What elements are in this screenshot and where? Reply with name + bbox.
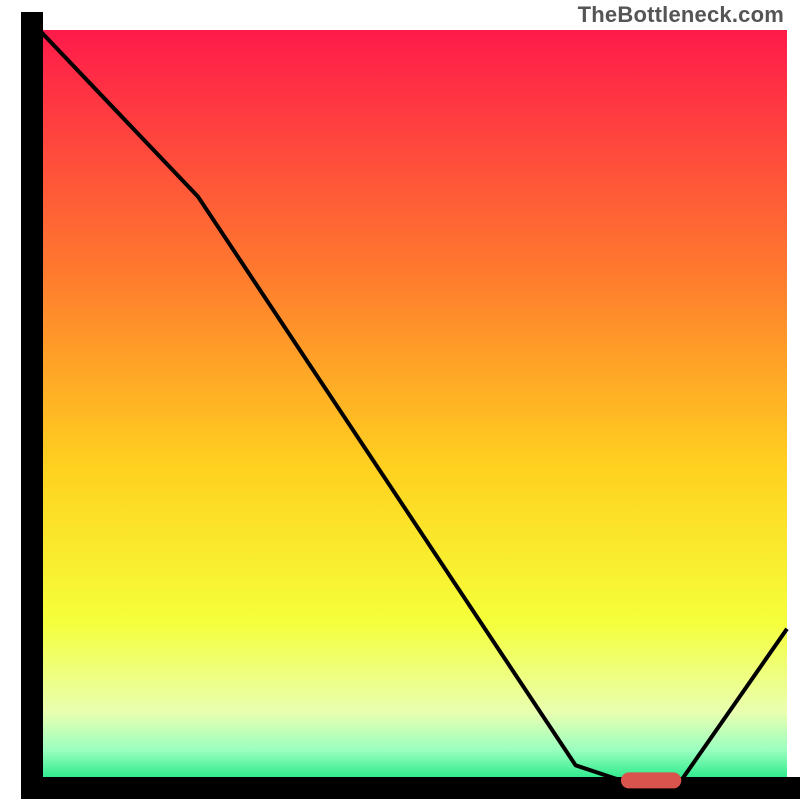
bottleneck-chart: [0, 0, 800, 800]
plot-group: [21, 12, 800, 796]
chart-frame: TheBottleneck.com: [0, 0, 800, 800]
optimal-marker: [621, 772, 681, 788]
